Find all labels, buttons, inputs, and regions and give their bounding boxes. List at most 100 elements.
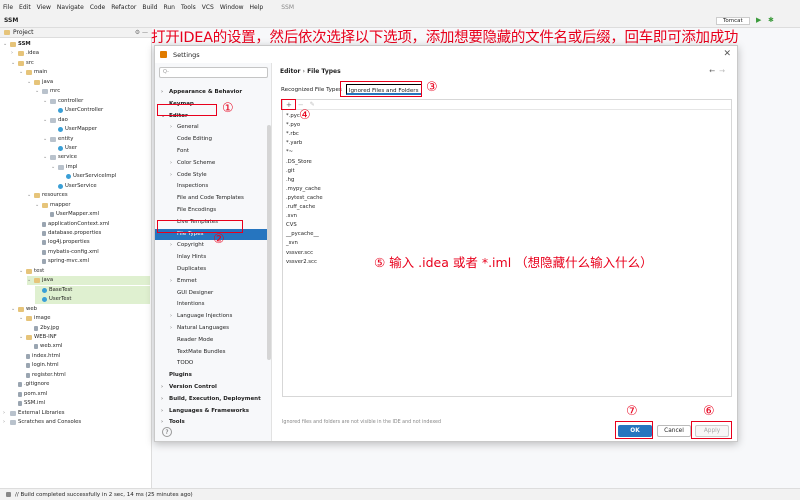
expand-right-icon[interactable]: › — [11, 49, 16, 58]
tree-item[interactable]: spring-mvc.xml — [35, 257, 89, 266]
settings-item[interactable]: Inspections — [155, 181, 267, 192]
settings-item[interactable]: Plugins — [155, 370, 267, 381]
expand-down-icon[interactable]: ⌄ — [19, 267, 24, 276]
settings-item[interactable]: Duplicates — [155, 264, 267, 275]
list-item[interactable]: .svn — [286, 212, 297, 221]
chevron-right-icon[interactable]: › — [161, 382, 163, 393]
menu-file[interactable]: File — [0, 4, 16, 11]
expand-down-icon[interactable]: ⌄ — [27, 276, 32, 285]
tree-item[interactable]: database.properties — [35, 229, 101, 238]
run-config-select[interactable]: Tomcat — [716, 17, 750, 25]
expand-down-icon[interactable]: ⌄ — [27, 78, 32, 87]
settings-item[interactable]: › Build, Execution, Deployment — [155, 394, 267, 405]
tree-item[interactable]: 2by.jpg — [27, 324, 59, 333]
settings-item[interactable]: Code Editing — [155, 134, 267, 145]
settings-item[interactable]: › Appearance & Behavior — [155, 87, 267, 98]
expand-right-icon[interactable]: › — [3, 409, 8, 418]
settings-item[interactable]: Inlay Hints — [155, 252, 267, 263]
settings-item[interactable]: File and Code Templates — [155, 193, 267, 204]
menu-run[interactable]: Run — [160, 4, 178, 11]
tree-item[interactable]: log4j.properties — [35, 238, 90, 247]
chevron-right-icon[interactable]: › — [170, 170, 172, 181]
settings-item[interactable]: › Emmet — [155, 276, 267, 287]
settings-item[interactable]: TextMate Bundles — [155, 347, 267, 358]
settings-item[interactable]: Intentions — [155, 299, 267, 310]
settings-item[interactable]: › Copyright — [155, 240, 267, 251]
tree-item[interactable]: ⌄ mrc — [35, 87, 60, 96]
chevron-right-icon[interactable]: › — [170, 276, 172, 287]
chevron-right-icon[interactable]: › — [170, 158, 172, 169]
expand-down-icon[interactable]: ⌄ — [35, 87, 40, 96]
menu-vcs[interactable]: VCS — [199, 4, 217, 11]
menu-refactor[interactable]: Refactor — [108, 4, 139, 11]
project-panel-label[interactable]: Project — [13, 29, 34, 36]
tree-item[interactable]: ⌄ SSM — [3, 40, 31, 49]
settings-item[interactable]: › Version Control — [155, 382, 267, 393]
menu-code[interactable]: Code — [87, 4, 108, 11]
expand-down-icon[interactable]: ⌄ — [51, 163, 56, 172]
list-item[interactable]: vssver.scc — [286, 249, 313, 258]
list-item[interactable]: *.rbc — [286, 130, 299, 139]
panel-gear-icon[interactable]: ⚙ — — [135, 29, 148, 36]
list-item[interactable]: *~ — [286, 148, 293, 157]
tree-item[interactable]: ⌄ WEB-INF — [19, 333, 57, 342]
chevron-right-icon[interactable]: › — [170, 311, 172, 322]
menu-help[interactable]: Help — [247, 4, 267, 11]
project-name[interactable]: SSM — [4, 17, 18, 24]
tree-item[interactable]: ⌄ test — [19, 267, 44, 276]
settings-item[interactable]: › General — [155, 122, 267, 133]
settings-item[interactable]: › Tools — [155, 417, 267, 428]
tree-item[interactable]: SSM.iml — [11, 399, 45, 408]
tree-item[interactable]: ⌄ dao — [43, 116, 68, 125]
settings-item[interactable]: Reader Mode — [155, 335, 267, 346]
tree-item[interactable]: ⌄ main — [19, 68, 47, 77]
list-item[interactable]: *.yarb — [286, 139, 302, 148]
tree-item[interactable]: ⌄ web — [11, 305, 37, 314]
expand-down-icon[interactable]: ⌄ — [3, 40, 8, 49]
tree-item[interactable]: ⌄ entity — [43, 135, 73, 144]
list-item[interactable]: CVS — [286, 221, 297, 230]
tree-item[interactable]: ⌄ java — [27, 276, 150, 286]
expand-down-icon[interactable]: ⌄ — [43, 153, 48, 162]
cancel-button[interactable]: Cancel — [657, 425, 691, 437]
tree-item[interactable]: applicationContext.xml — [35, 220, 109, 229]
tree-item[interactable]: ⌄ service — [43, 153, 77, 162]
settings-item[interactable]: Font — [155, 146, 267, 157]
settings-item[interactable]: GUI Designer — [155, 288, 267, 299]
list-item[interactable]: .ruff_cache — [286, 203, 315, 212]
menu-window[interactable]: Window — [217, 4, 247, 11]
expand-right-icon[interactable]: › — [3, 418, 8, 427]
settings-item[interactable]: TODO — [155, 358, 267, 369]
run-icon[interactable]: ▶ — [756, 16, 761, 24]
settings-item[interactable]: › Language Injections — [155, 311, 267, 322]
settings-search-input[interactable]: Q- — [159, 67, 268, 78]
list-item[interactable]: .mypy_cache — [286, 185, 321, 194]
settings-item[interactable]: File Encodings — [155, 205, 267, 216]
chevron-right-icon[interactable]: › — [161, 394, 163, 405]
menu-edit[interactable]: Edit — [16, 4, 34, 11]
tree-item[interactable]: UserService — [51, 182, 97, 191]
tree-item[interactable]: ⌄ java — [27, 78, 53, 87]
menu-navigate[interactable]: Navigate — [54, 4, 87, 11]
back-icon[interactable]: ← — [709, 67, 719, 75]
tree-item[interactable]: UserMapper — [51, 125, 97, 134]
menu-build[interactable]: Build — [139, 4, 160, 11]
close-icon[interactable]: ✕ — [723, 49, 731, 59]
tree-item[interactable]: register.html — [19, 371, 66, 380]
forward-icon[interactable]: → — [719, 67, 729, 75]
expand-down-icon[interactable]: ⌄ — [35, 201, 40, 210]
settings-item[interactable]: › Natural Languages — [155, 323, 267, 334]
list-item[interactable]: .hg — [286, 176, 294, 185]
chevron-right-icon[interactable]: › — [161, 417, 163, 428]
tree-item[interactable]: UserTest — [35, 295, 150, 305]
expand-down-icon[interactable]: ⌄ — [19, 314, 24, 323]
menu-view[interactable]: View — [34, 4, 54, 11]
list-item[interactable]: .git — [286, 167, 295, 176]
settings-item[interactable]: › Languages & Frameworks — [155, 406, 267, 417]
chevron-right-icon[interactable]: › — [161, 406, 163, 417]
expand-down-icon[interactable]: ⌄ — [11, 305, 16, 314]
settings-item[interactable]: › Code Style — [155, 170, 267, 181]
list-item[interactable]: vssver2.scc — [286, 258, 317, 267]
tree-item[interactable]: ⌄ resources — [27, 191, 68, 200]
list-item[interactable]: .DS_Store — [286, 158, 312, 167]
